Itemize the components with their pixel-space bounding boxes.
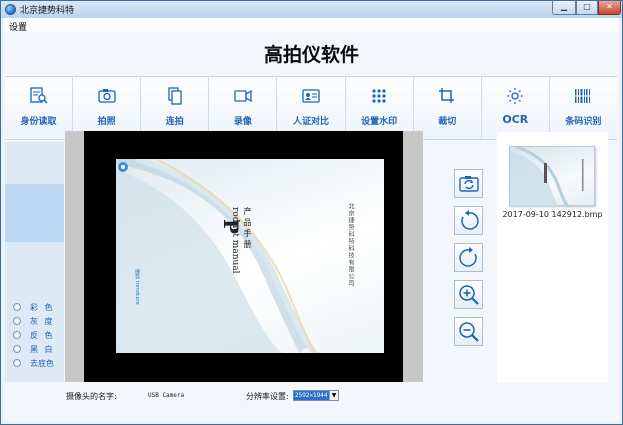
copy-icon (168, 87, 182, 105)
id-card-search-icon (29, 87, 48, 104)
zoom-in-icon (458, 284, 479, 305)
menu-bar: 设置 (4, 18, 619, 33)
resolution-label: 分辨率设置: (246, 392, 289, 401)
video-camera-icon (234, 89, 252, 103)
barcode-icon (574, 89, 593, 103)
page-title: 高拍仪软件 (263, 44, 359, 66)
person-card-icon (302, 89, 320, 103)
toolbar-label: 设置水印 (361, 117, 398, 127)
window-title: 北京捷势科特 (20, 6, 75, 16)
toolbar-label: 条码识别 (565, 117, 602, 127)
rotate-left-button[interactable] (454, 206, 483, 235)
watermark-button[interactable]: 设置水印 (346, 77, 414, 139)
photo-button[interactable]: 拍照 (73, 77, 142, 139)
zoom-out-icon (458, 321, 479, 342)
face-compare-button[interactable]: 人证对比 (277, 77, 346, 139)
toolbar-label: 拍照 (97, 117, 116, 127)
minimize-button[interactable]: ▁ (552, 1, 576, 15)
barcode-button[interactable]: 条码识别 (550, 77, 617, 139)
color-mode-color[interactable]: 彩 色 (13, 301, 55, 313)
thumbnail-preview (510, 145, 584, 210)
app-icon (5, 4, 16, 15)
document-title-cn: 产品手册 (243, 207, 252, 251)
radio-label: 彩 色 (30, 302, 55, 312)
radio-button[interactable] (13, 303, 21, 311)
radio-label: 去底色 (30, 358, 54, 368)
toolbar-label: OCR (502, 113, 529, 126)
sun-icon (507, 88, 524, 104)
crop-button[interactable]: 裁切 (414, 77, 482, 139)
toolbar-label: 人证对比 (292, 117, 329, 127)
radio-label: 黑 白 (30, 344, 55, 354)
grid-dots-icon (372, 89, 386, 103)
record-button[interactable]: 录像 (209, 77, 278, 139)
radio-button[interactable] (13, 331, 21, 339)
color-mode-gray[interactable]: 灰 度 (13, 315, 55, 327)
resolution-select[interactable]: 2592×1944 ▼ (293, 390, 339, 401)
rotate-refresh-icon (458, 175, 479, 192)
maximize-button[interactable]: □ (576, 1, 598, 15)
document-logo (118, 162, 128, 172)
status-bar: 摄像头的名字: USB Camera 分辨率设置: 2592×1944 ▼ (4, 382, 619, 422)
menu-settings[interactable]: 设置 (9, 20, 27, 33)
rotate-right-icon (458, 246, 477, 267)
camera-icon (98, 89, 116, 103)
id-read-button[interactable]: 身份读取 (5, 77, 74, 139)
preview-frame: P 产品手册 roduct manual 北京捷势科特科技有限公司 捷势 tre… (84, 131, 403, 382)
toolbar-label: 裁切 (438, 117, 457, 127)
radio-label: 灰 度 (30, 316, 55, 326)
camera-name-label: 摄像头的名字: (66, 392, 117, 401)
camera-preview[interactable]: P 产品手册 roduct manual 北京捷势科特科技有限公司 捷势 tre… (65, 131, 423, 382)
color-mode-remove-bg[interactable]: 去底色 (13, 357, 54, 369)
left-panel: 彩 色 灰 度 反 色 黑 白 去底色 (5, 142, 64, 400)
captured-document: P 产品手册 roduct manual 北京捷势科特科技有限公司 捷势 tre… (116, 159, 384, 353)
document-company: 北京捷势科特科技有限公司 (347, 203, 354, 287)
toolbar-label: 录像 (233, 117, 252, 127)
document-swoosh (116, 159, 331, 353)
chevron-down-icon[interactable]: ▼ (329, 391, 338, 400)
toolbar-label: 连拍 (165, 117, 184, 127)
toolbar-label: 身份读取 (20, 117, 57, 127)
rotate-left-icon (460, 209, 479, 230)
document-title-en: roduct manual (230, 207, 240, 274)
title-bar[interactable]: 北京捷势科特 ▁ □ ✕ (1, 1, 622, 18)
color-mode-invert[interactable]: 反 色 (13, 329, 55, 341)
crop-icon (439, 88, 455, 103)
ocr-button[interactable]: OCR (482, 77, 550, 139)
color-mode-bw[interactable]: 黑 白 (13, 343, 55, 355)
refresh-button[interactable] (454, 169, 483, 198)
device-selection[interactable] (5, 184, 64, 242)
radio-button[interactable] (13, 345, 21, 353)
rotate-right-button[interactable] (454, 243, 483, 272)
document-logo-text: 捷势 trendcore (134, 269, 140, 305)
resolution-value: 2592×1944 (294, 391, 330, 400)
client-area: 设置 高拍仪软件 身份读取 拍照 连拍 录像 人证对比 设置水印 裁切 OCR … (4, 18, 619, 422)
zoom-out-button[interactable] (454, 317, 483, 346)
thumbnail-panel: 2017-09-10 142912.bmp (497, 132, 608, 383)
radio-label: 反 色 (30, 330, 55, 340)
app-window: 北京捷势科特 ▁ □ ✕ 设置 高拍仪软件 身份读取 拍照 连拍 录像 人证对比… (0, 0, 623, 425)
burst-button[interactable]: 连拍 (141, 77, 210, 139)
thumbnail-filename: 2017-09-10 142912.bmp (502, 210, 603, 219)
camera-name-value: USB Camera (148, 392, 185, 399)
radio-button[interactable] (13, 317, 21, 325)
thumbnail-image[interactable] (509, 145, 595, 210)
radio-button[interactable] (13, 359, 21, 367)
close-button[interactable]: ✕ (598, 1, 621, 15)
zoom-in-button[interactable] (454, 280, 483, 309)
